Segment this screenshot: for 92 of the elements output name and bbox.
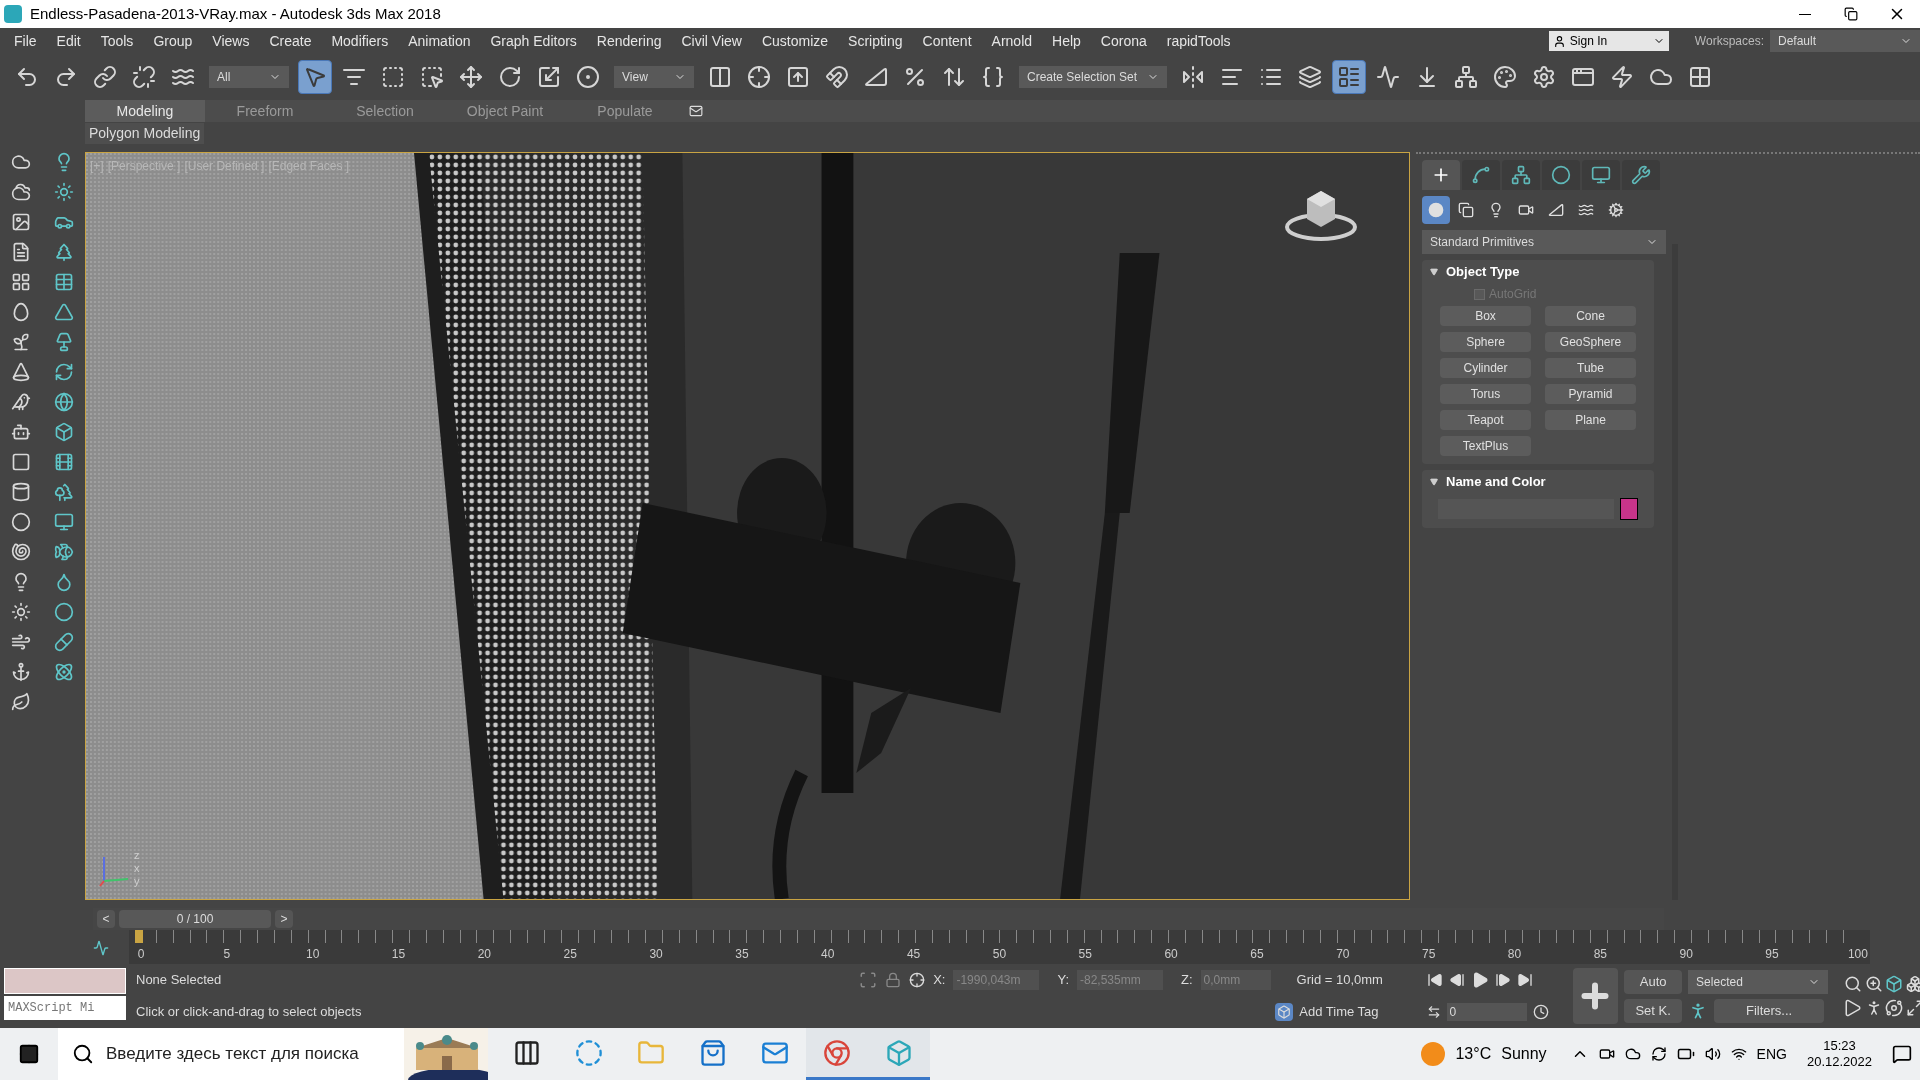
frame-number: 30 [648, 946, 664, 963]
clock-date[interactable]: 20.12.2022 [1806, 1054, 1872, 1071]
selection-filter-dropdown[interactable]: All [209, 66, 289, 88]
primitive-button[interactable]: GeoSphere [1545, 332, 1636, 352]
frame-number: 65 [1249, 946, 1265, 963]
primitive-button[interactable]: TextPlus [1440, 436, 1531, 456]
primitive-button[interactable]: Plane [1545, 410, 1636, 430]
primitive-button[interactable]: Box [1440, 306, 1531, 326]
menu-item[interactable]: rapidTools [1156, 30, 1241, 52]
menu-item[interactable]: Animation [398, 30, 481, 52]
frame-number: 60 [1163, 946, 1179, 963]
workspaces-dropdown[interactable]: Default [1770, 30, 1920, 52]
ribbon-tab[interactable]: Freeform [205, 100, 325, 122]
maxscript-field[interactable]: MAXScript Mi [4, 996, 126, 1020]
primitive-button[interactable]: Pyramid [1545, 384, 1636, 404]
timeline-track[interactable]: 0 5 10 15 20 25 30 35 40 45 50 55 60 65 70 75 80 85 90 95 100 [129, 930, 1870, 964]
prompt-text: Click or click-and-drag to select objects [136, 1003, 363, 1022]
clock-time[interactable]: 15:23 [1823, 1037, 1856, 1054]
primitive-button[interactable]: Teapot [1440, 410, 1531, 430]
taskbar-search-field[interactable]: Введите здесь текст для поиска [58, 1028, 488, 1080]
frame-number: 85 [1592, 946, 1608, 963]
menu-item[interactable]: Content [912, 30, 982, 52]
frame-number: 95 [1764, 946, 1780, 963]
menu-item[interactable]: Views [202, 30, 260, 52]
previous-frame-button[interactable]: < [97, 910, 115, 928]
coordinate-dropdown[interactable]: View [614, 66, 694, 88]
frame-number: 10 [305, 946, 321, 963]
frame-number: 70 [1335, 946, 1351, 963]
x-label: X: [933, 971, 946, 990]
frame-number: 100 [1847, 946, 1868, 963]
frame-number: 75 [1420, 946, 1437, 963]
next-frame-button[interactable]: > [275, 910, 293, 928]
frame-number: 55 [1077, 946, 1093, 963]
frame-number: 50 [991, 946, 1008, 963]
ribbon-tab[interactable]: Object Paint [445, 100, 565, 122]
menu-item[interactable]: Modifiers [321, 30, 399, 52]
weather-text[interactable]: Sunny [1501, 1042, 1547, 1066]
frame-number: 15 [390, 946, 407, 963]
key-filter-dropdown[interactable]: Selected [1688, 969, 1829, 994]
menu-item[interactable]: Scripting [838, 30, 913, 52]
ribbon-tab[interactable]: Modeling [85, 100, 205, 122]
selection-set-dropdown[interactable]: Create Selection Set [1019, 66, 1167, 88]
ribbon-panel-label[interactable]: Polygon Modeling [85, 122, 205, 144]
temperature[interactable]: 13°C [1455, 1042, 1492, 1066]
time-slider-thumb[interactable]: 0 / 100 [119, 910, 271, 928]
menu-item[interactable]: Group [143, 30, 203, 52]
ribbon-tab[interactable]: Populate [565, 100, 685, 122]
rollout-title[interactable]: Name and Color [1446, 472, 1546, 492]
menu-item[interactable]: Help [1042, 30, 1091, 52]
menu-item[interactable]: File [4, 30, 47, 52]
axis-label: y [134, 876, 140, 887]
menu-item[interactable]: Customize [751, 30, 839, 52]
frame-number: 45 [905, 946, 922, 963]
primitive-button[interactable]: Cone [1545, 306, 1636, 326]
menu-item[interactable]: Graph Editors [480, 30, 587, 52]
frame-number: 35 [734, 946, 750, 963]
frame-field[interactable]: 0 [1446, 1003, 1527, 1021]
primitive-button[interactable]: Cylinder [1440, 358, 1531, 378]
set-key-mode-button[interactable]: Set K. [1624, 998, 1683, 1023]
frame-number: 90 [1678, 946, 1694, 963]
frame-number: 20 [476, 946, 493, 963]
primitives-dropdown[interactable]: Standard Primitives [1422, 230, 1666, 254]
menu-item[interactable]: Arnold [981, 30, 1043, 52]
workspaces-label: Workspaces: [1694, 33, 1764, 50]
primitive-button[interactable]: Torus [1440, 384, 1531, 404]
z-label: Z: [1181, 971, 1193, 990]
axis-label: z [134, 850, 140, 861]
time-tag-label[interactable]: Add Time Tag [1299, 1002, 1379, 1022]
rollout-title[interactable]: Object Type [1446, 262, 1520, 282]
frame-number: 40 [820, 946, 836, 963]
primitive-button[interactable]: Tube [1545, 358, 1636, 378]
frame-number: 5 [222, 946, 232, 963]
auto-key-button[interactable]: Auto [1624, 969, 1683, 994]
menu-item[interactable]: Edit [46, 30, 91, 52]
frame-number: 80 [1506, 946, 1523, 963]
grid-size: Grid = 10,0mm [1296, 971, 1384, 990]
menu-item[interactable]: Civil View [671, 30, 752, 52]
y-label: Y: [1057, 971, 1069, 990]
menu-item[interactable]: Create [259, 30, 322, 52]
selection-status: None Selected [136, 971, 223, 990]
frame-number: 25 [562, 946, 578, 963]
frame-number: 0 [136, 946, 146, 963]
axis-label: x [134, 863, 140, 874]
menu-item[interactable]: Tools [90, 30, 144, 52]
menu-item[interactable]: Rendering [586, 30, 672, 52]
primitive-button[interactable]: Sphere [1440, 332, 1531, 352]
key-filters-button[interactable]: Filters... [1714, 998, 1825, 1023]
window-title: Endless-Pasadena-2013-VRay.max - Autodesk 3ds Max 2018 [30, 3, 441, 24]
ribbon-tab[interactable]: Selection [325, 100, 445, 122]
language-indicator[interactable]: ENG [1756, 1043, 1787, 1065]
menu-item[interactable]: Corona [1090, 30, 1157, 52]
sign-in-dropdown[interactable]: Sign In [1548, 31, 1669, 51]
